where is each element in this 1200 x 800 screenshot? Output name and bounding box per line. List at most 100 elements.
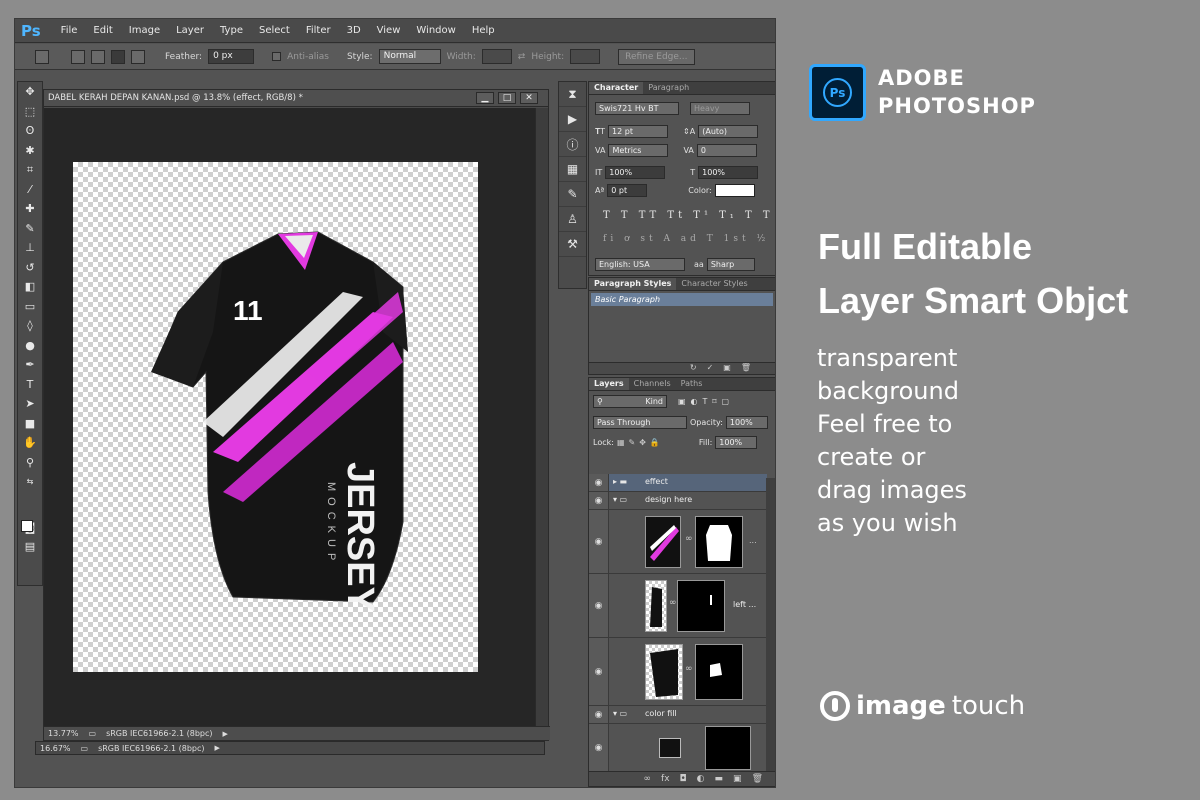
horizontal-scale-input[interactable]: 100%: [698, 166, 759, 179]
pen-tool-icon[interactable]: ✒: [18, 355, 42, 375]
adjustment-layer-icon[interactable]: ◐: [697, 774, 705, 784]
marquee-preset-icon[interactable]: [35, 49, 49, 64]
trash-icon[interactable]: 🗑: [752, 774, 763, 784]
menu-edit[interactable]: Edit: [85, 25, 120, 36]
opentype-buttons[interactable]: fi ơ st A ad T 1st ½: [603, 234, 769, 244]
menu-type[interactable]: Type: [212, 25, 251, 36]
hand-tool-icon[interactable]: ✋: [18, 433, 42, 453]
menu-view[interactable]: View: [369, 25, 409, 36]
layers-scrollbar[interactable]: [766, 478, 775, 773]
tracking-select[interactable]: 0: [696, 144, 757, 157]
lock-icons[interactable]: ▦✎✥🔒: [617, 438, 664, 447]
zoom-level-secondary[interactable]: 16.67%: [40, 744, 71, 753]
visibility-eye-icon[interactable]: ◉: [589, 574, 609, 637]
actions-panel-icon[interactable]: ▶: [559, 107, 586, 132]
brush-tool-icon[interactable]: ✎: [18, 219, 42, 239]
baseline-input[interactable]: 0 pt: [607, 184, 648, 197]
magic-wand-tool-icon[interactable]: ✱: [18, 141, 42, 161]
opacity-select[interactable]: 100%: [725, 416, 768, 429]
layer-row-design-here[interactable]: ◉ ▾ ▭ design here: [589, 492, 767, 510]
fill-select[interactable]: 100%: [715, 436, 758, 449]
layer-row-fill[interactable]: ◉: [589, 724, 767, 772]
visibility-eye-icon[interactable]: ◉: [589, 638, 609, 705]
clone-source-icon[interactable]: ♙: [559, 207, 586, 232]
swatches-panel-icon[interactable]: ▦: [559, 157, 586, 182]
dodge-tool-icon[interactable]: ●: [18, 336, 42, 356]
tab-layers[interactable]: Layers: [589, 378, 629, 390]
menu-3d[interactable]: 3D: [339, 25, 369, 36]
swap-colors-icon[interactable]: ⇆: [18, 472, 42, 492]
visibility-eye-icon[interactable]: ◉: [589, 724, 609, 771]
eyedropper-tool-icon[interactable]: ⁄: [18, 180, 42, 200]
intersect-selection-icon[interactable]: [131, 49, 145, 64]
menu-image[interactable]: Image: [121, 25, 168, 36]
mask-link-icon[interactable]: ∞: [685, 664, 693, 674]
new-layer-icon[interactable]: ▣: [733, 774, 742, 784]
doc-info-icon[interactable]: ▭: [89, 729, 97, 738]
add-mask-icon[interactable]: ◘: [680, 774, 687, 784]
history-brush-tool-icon[interactable]: ↺: [18, 258, 42, 278]
minimize-icon[interactable]: ▁: [476, 92, 494, 104]
faux-style-buttons[interactable]: T T TT Tt T¹ T₁ T T: [603, 210, 774, 221]
leading-select[interactable]: (Auto): [698, 125, 759, 138]
refine-edge-button[interactable]: Refine Edge...: [618, 48, 695, 65]
language-select[interactable]: English: USA: [595, 258, 685, 271]
antialias-checkbox[interactable]: [272, 52, 282, 61]
transparent-canvas[interactable]: JERSEY MOCKUP 11: [73, 162, 478, 672]
visibility-eye-icon[interactable]: ◉: [589, 706, 609, 723]
tab-paragraph-styles[interactable]: Paragraph Styles: [589, 278, 677, 290]
visibility-eye-icon[interactable]: ◉: [589, 474, 609, 491]
menu-file[interactable]: File: [53, 25, 86, 36]
new-group-icon[interactable]: ▬: [715, 774, 724, 784]
vertical-scrollbar[interactable]: [535, 108, 548, 726]
tab-paths[interactable]: Paths: [676, 378, 708, 390]
layer-row-effect[interactable]: ◉ ▸ ▬ effect: [589, 474, 767, 492]
crop-tool-icon[interactable]: ⌗: [18, 160, 42, 180]
tab-character-styles[interactable]: Character Styles: [676, 278, 752, 290]
height-input[interactable]: [570, 49, 601, 64]
feather-input[interactable]: 0 px: [208, 49, 255, 64]
vertical-scale-input[interactable]: 100%: [605, 166, 666, 179]
menu-select[interactable]: Select: [251, 25, 298, 36]
path-select-tool-icon[interactable]: ➤: [18, 394, 42, 414]
move-tool-icon[interactable]: ✥: [18, 82, 42, 102]
lasso-tool-icon[interactable]: ʘ: [18, 121, 42, 141]
font-size-select[interactable]: 12 pt: [608, 125, 669, 138]
status-arrow-icon[interactable]: ▶: [223, 730, 228, 738]
style-list-item[interactable]: Basic Paragraph: [591, 293, 773, 306]
stamp-tool-icon[interactable]: ⊥: [18, 238, 42, 258]
maximize-icon[interactable]: □: [498, 92, 516, 104]
visibility-eye-icon[interactable]: ◉: [589, 510, 609, 573]
swap-icon[interactable]: ⇄: [518, 52, 526, 62]
visibility-eye-icon[interactable]: ◉: [589, 492, 609, 509]
width-input[interactable]: [481, 49, 512, 64]
shape-tool-icon[interactable]: ■: [18, 414, 42, 434]
type-tool-icon[interactable]: T: [18, 375, 42, 395]
document-tab[interactable]: DABEL KERAH DEPAN KANAN.psd @ 13.8% (eff…: [44, 90, 548, 107]
mask-link-icon[interactable]: ∞: [669, 598, 677, 608]
brush-panel-icon[interactable]: ✎: [559, 182, 586, 207]
new-selection-icon[interactable]: [71, 49, 85, 64]
foreground-color-swatch[interactable]: [21, 520, 33, 532]
history-panel-icon[interactable]: ⧗: [559, 82, 586, 107]
link-layers-icon[interactable]: ∞: [644, 774, 652, 784]
tool-presets-icon[interactable]: ⚒: [559, 232, 586, 257]
info-panel-icon[interactable]: ⓘ: [559, 132, 586, 157]
kerning-select[interactable]: Metrics: [608, 144, 669, 157]
layer-row-color-fill[interactable]: ◉ ▾ ▭ color fill: [589, 706, 767, 724]
fx-icon[interactable]: fx: [661, 774, 670, 784]
eraser-tool-icon[interactable]: ◧: [18, 277, 42, 297]
screen-mode-icon[interactable]: ▤: [18, 537, 42, 557]
marquee-tool-icon[interactable]: ⬚: [18, 102, 42, 122]
menu-layer[interactable]: Layer: [168, 25, 212, 36]
blur-tool-icon[interactable]: ◊: [18, 316, 42, 336]
layer-filter-icons[interactable]: ▣◐T⌑▢: [678, 397, 734, 406]
blend-mode-select[interactable]: Pass Through: [593, 416, 687, 429]
layer-row-smart-2[interactable]: ◉ ∞ left ...: [589, 574, 767, 638]
mask-link-icon[interactable]: ∞: [685, 534, 693, 544]
menu-filter[interactable]: Filter: [298, 25, 339, 36]
doc-info-icon-secondary[interactable]: ▭: [81, 744, 89, 753]
layer-kind-filter[interactable]: ⚲ Kind: [593, 395, 667, 408]
tab-paragraph[interactable]: Paragraph: [643, 82, 694, 94]
menu-help[interactable]: Help: [464, 25, 503, 36]
